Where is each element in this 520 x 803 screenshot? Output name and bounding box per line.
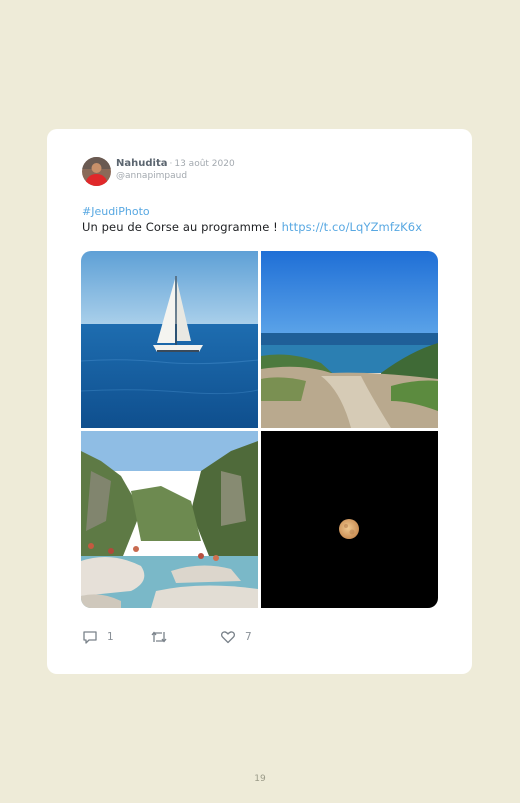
reply-icon [82,629,98,645]
reply-count: 1 [107,631,114,643]
like-button[interactable]: 7 [220,628,252,646]
coast-path-photo[interactable] [261,251,438,428]
author-handle[interactable]: @annapimpaud [116,171,187,181]
page-number: 19 [254,774,266,784]
tweet-date[interactable]: 13 août 2020 [174,159,234,169]
like-count: 7 [245,631,252,643]
tweet-text: Un peu de Corse au programme ! https://t… [82,220,422,234]
separator-dot: · [169,159,173,169]
hashtag-link[interactable]: #JeudiPhoto [82,205,150,218]
retweet-button[interactable] [150,628,168,646]
author-line: Nahudita · 13 août 2020 [116,158,235,169]
avatar[interactable] [82,157,111,186]
tweet-body: Un peu de Corse au programme ! [82,220,278,234]
sailboat-sea-photo[interactable] [81,251,258,428]
river-gorge-photo[interactable] [81,431,258,608]
tweet-card: Nahudita · 13 août 2020 @annapimpaud #Jeud… [47,129,472,674]
author-name[interactable]: Nahudita [116,158,167,169]
moon-night-photo[interactable] [261,431,438,608]
tweet-url-link[interactable]: https://t.co/LqYZmfzK6x [282,220,422,234]
retweet-icon [150,629,168,645]
tweet-actions: 1 7 [82,628,382,646]
reply-button[interactable]: 1 [82,628,114,646]
heart-icon [220,629,236,645]
photo-grid [81,251,438,608]
